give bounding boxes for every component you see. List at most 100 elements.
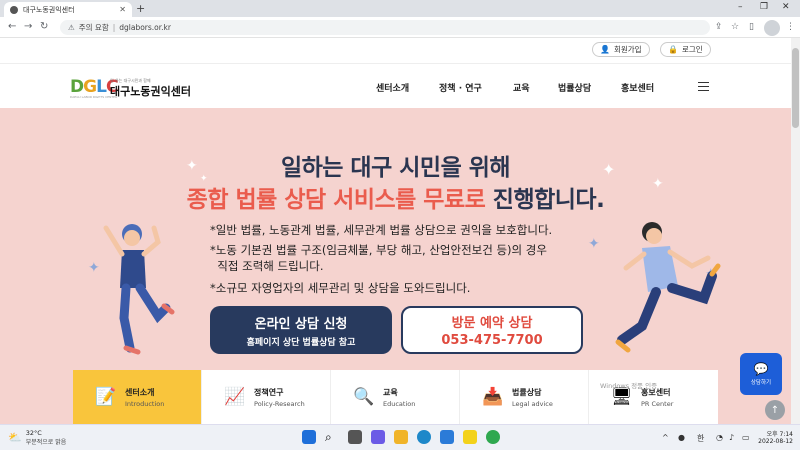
quick-menu: 📝 센터소개 Introduction 📈 정책연구 Policy-Research… <box>73 370 718 424</box>
lock-icon: 🔒 <box>668 45 678 54</box>
chat-consult-button[interactable]: 💬 상담하기 <box>740 353 782 395</box>
security-warning-text: 주의 요함 <box>78 23 109 32</box>
online-consult-title: 온라인 상담 신청 <box>254 316 348 332</box>
join-label: 회원가입 <box>613 45 642 54</box>
clock-time: 오후 7:14 <box>766 431 793 438</box>
side-panel-icon[interactable]: ▯ <box>749 22 754 32</box>
quick-menu-item-education[interactable]: 🔍 교육 Education <box>331 370 460 424</box>
weather-temp: 32°C <box>25 429 42 437</box>
nav-item-policy-research[interactable]: 정책 · 연구 <box>439 81 482 94</box>
quick-menu-sublabel: Introduction <box>125 399 165 408</box>
quick-menu-label: 법률상담 <box>512 387 542 397</box>
file-explorer-icon[interactable] <box>394 430 408 444</box>
menu-kebab-icon[interactable]: ⋮ <box>786 22 795 32</box>
running-woman-illustration <box>103 224 175 355</box>
quick-menu-item-policy-research[interactable]: 📈 정책연구 Policy-Research <box>202 370 331 424</box>
forward-button[interactable]: → <box>24 21 32 32</box>
nav-item-center-intro[interactable]: 센터소개 <box>376 81 409 94</box>
browser-tab[interactable]: 대구노동권익센터 ✕ <box>4 2 132 17</box>
maximize-button[interactable]: ❐ <box>760 2 768 12</box>
task-view-icon[interactable] <box>348 430 362 444</box>
presentation-icon: 📈 <box>224 387 246 407</box>
quick-menu-sublabel: Policy-Research <box>254 399 305 408</box>
magnifier-icon: 🔍 <box>353 387 375 407</box>
ime-indicator[interactable]: 한 <box>697 433 704 444</box>
security-tray-icon[interactable]: ● <box>678 433 685 442</box>
page-scrollbar[interactable] <box>791 38 800 424</box>
tray-expand-icon[interactable]: ^ <box>662 433 669 442</box>
store-icon[interactable] <box>440 430 454 444</box>
quick-menu-label: 센터소개 <box>125 387 155 397</box>
share-icon[interactable]: ⇪ <box>715 22 723 32</box>
partly-cloudy-icon: ⛅ <box>8 431 22 444</box>
visit-reservation-button[interactable]: 방문 예약 상담 053-475-7700 <box>401 306 583 354</box>
quick-menu-sublabel: PR Center <box>641 399 674 408</box>
hero-bullet: *일반 법률, 노동관계 법률, 세무관계 법률 상담으로 권익을 보호합니다. <box>210 223 553 237</box>
wifi-icon[interactable]: ◔ <box>716 433 723 442</box>
download-box-icon: 📥 <box>482 387 504 407</box>
chat-bubble-icon: 💬 <box>753 362 769 376</box>
battery-icon[interactable]: ▭ <box>742 433 750 442</box>
nav-item-legal-advice[interactable]: 법률상담 <box>558 81 591 94</box>
edge-browser-icon[interactable] <box>417 430 431 444</box>
site-header: DGLC 일 하는 대구시민과 함께 대구노동권익센터 DAEGU LABOR … <box>0 63 791 108</box>
browser-tabstrip: 대구노동권익센터 ✕ + – ❐ ✕ <box>0 0 800 17</box>
tab-close-icon[interactable]: ✕ <box>119 5 126 14</box>
quick-menu-item-introduction[interactable]: 📝 센터소개 Introduction <box>73 370 202 424</box>
scrollbar-thumb[interactable] <box>792 48 799 128</box>
system-clock[interactable]: 오후 7:14 2022-08-12 <box>757 429 793 445</box>
nav-item-education[interactable]: 교육 <box>513 81 530 94</box>
hero-subheadline-navy: 진행합니다. <box>485 187 605 213</box>
quick-menu-sublabel: Legal advice <box>512 399 553 408</box>
warning-icon: ⚠ <box>68 23 75 32</box>
search-icon[interactable]: ⌕ <box>325 430 339 444</box>
quick-menu-item-pr-center[interactable]: 🖥 홍보센터 PR Center <box>589 370 718 424</box>
back-button[interactable]: ← <box>8 21 16 32</box>
login-label: 로그인 <box>681 45 703 54</box>
quick-menu-label: 정책연구 <box>254 387 284 397</box>
windows-start-icon[interactable] <box>302 430 316 444</box>
hero-headline: 일하는 대구 시민을 위해 <box>280 155 511 181</box>
monitor-icon: 🖥 <box>611 387 633 407</box>
visit-reservation-title: 방문 예약 상담 <box>451 316 533 331</box>
quick-menu-label: 교육 <box>383 387 398 397</box>
page-viewport: 👤 회원가입 🔒 로그인 DGLC 일 하는 대구시민과 함께 대구노동권익센터… <box>0 38 791 424</box>
hero-bullet: *소규모 자영업자의 세무관리 및 상담을 도와드립니다. <box>210 281 471 295</box>
weather-widget[interactable]: ⛅ 32°C 부분적으로 맑음 <box>8 429 66 446</box>
logo-name: 대구노동권익센터 <box>110 85 191 98</box>
scroll-to-top-button[interactable]: ↑ <box>765 400 785 420</box>
volume-icon[interactable]: ♪ <box>729 433 734 442</box>
url-text: dglabors.or.kr <box>119 23 171 32</box>
join-button[interactable]: 👤 회원가입 <box>592 42 650 57</box>
login-button[interactable]: 🔒 로그인 <box>660 42 711 57</box>
site-favicon-icon <box>10 5 18 14</box>
site-logo[interactable]: DGLC 일 하는 대구시민과 함께 대구노동권익센터 DAEGU LABOR … <box>70 77 220 99</box>
weather-desc: 부분적으로 맑음 <box>25 439 67 446</box>
windows-activation-watermark: Windows 정품 인증 <box>600 382 658 390</box>
minimize-button[interactable]: – <box>738 2 743 12</box>
sparkle-icon: ✦ <box>588 236 600 252</box>
nav-item-pr-center[interactable]: 홍보센터 <box>621 81 654 94</box>
chrome-browser-icon[interactable] <box>486 430 500 444</box>
hamburger-menu-icon[interactable] <box>698 82 709 91</box>
kakaotalk-icon[interactable] <box>463 430 477 444</box>
reload-button[interactable]: ↻ <box>40 21 48 32</box>
user-add-icon: 👤 <box>600 45 610 54</box>
url-input[interactable]: ⚠ 주의 요함 | dglabors.or.kr <box>60 20 710 35</box>
quick-menu-item-legal-advice[interactable]: 📥 법률상담 Legal advice <box>460 370 589 424</box>
running-man-illustration <box>615 222 721 353</box>
hero-bullet: *노동 기본권 법률 구조(임금체불, 부당 해고, 산업안전보건 등)의 경우 <box>210 243 547 257</box>
divider: | <box>112 23 116 32</box>
hero-banner: ✦ ✦ ✦ ✦ ✦ ✦ ✦ 일하는 대구 시민을 위해 종합 법률 상담 서비스… <box>0 108 791 424</box>
bookmark-star-icon[interactable]: ☆ <box>731 22 739 32</box>
logo-english: DAEGU LABOR RIGHTS CENTER <box>70 95 118 99</box>
online-consult-button[interactable]: 온라인 상담 신청 홈페이지 상단 법률상담 참고 <box>210 306 392 354</box>
address-bar-row: ← → ↻ ⚠ 주의 요함 | dglabors.or.kr ⇪ ☆ ▯ ⋮ <box>0 17 800 38</box>
windows-taskbar: ⛅ 32°C 부분적으로 맑음 ⌕ ^ ● 한 ◔ ♪ ▭ 오후 7:14 20… <box>0 424 800 450</box>
online-consult-sub: 홈페이지 상단 법률상담 참고 <box>246 337 356 348</box>
document-icon: 📝 <box>95 387 117 407</box>
close-window-button[interactable]: ✕ <box>782 2 790 12</box>
chat-app-icon[interactable] <box>371 430 385 444</box>
new-tab-button[interactable]: + <box>136 2 145 15</box>
profile-avatar[interactable] <box>764 20 780 36</box>
